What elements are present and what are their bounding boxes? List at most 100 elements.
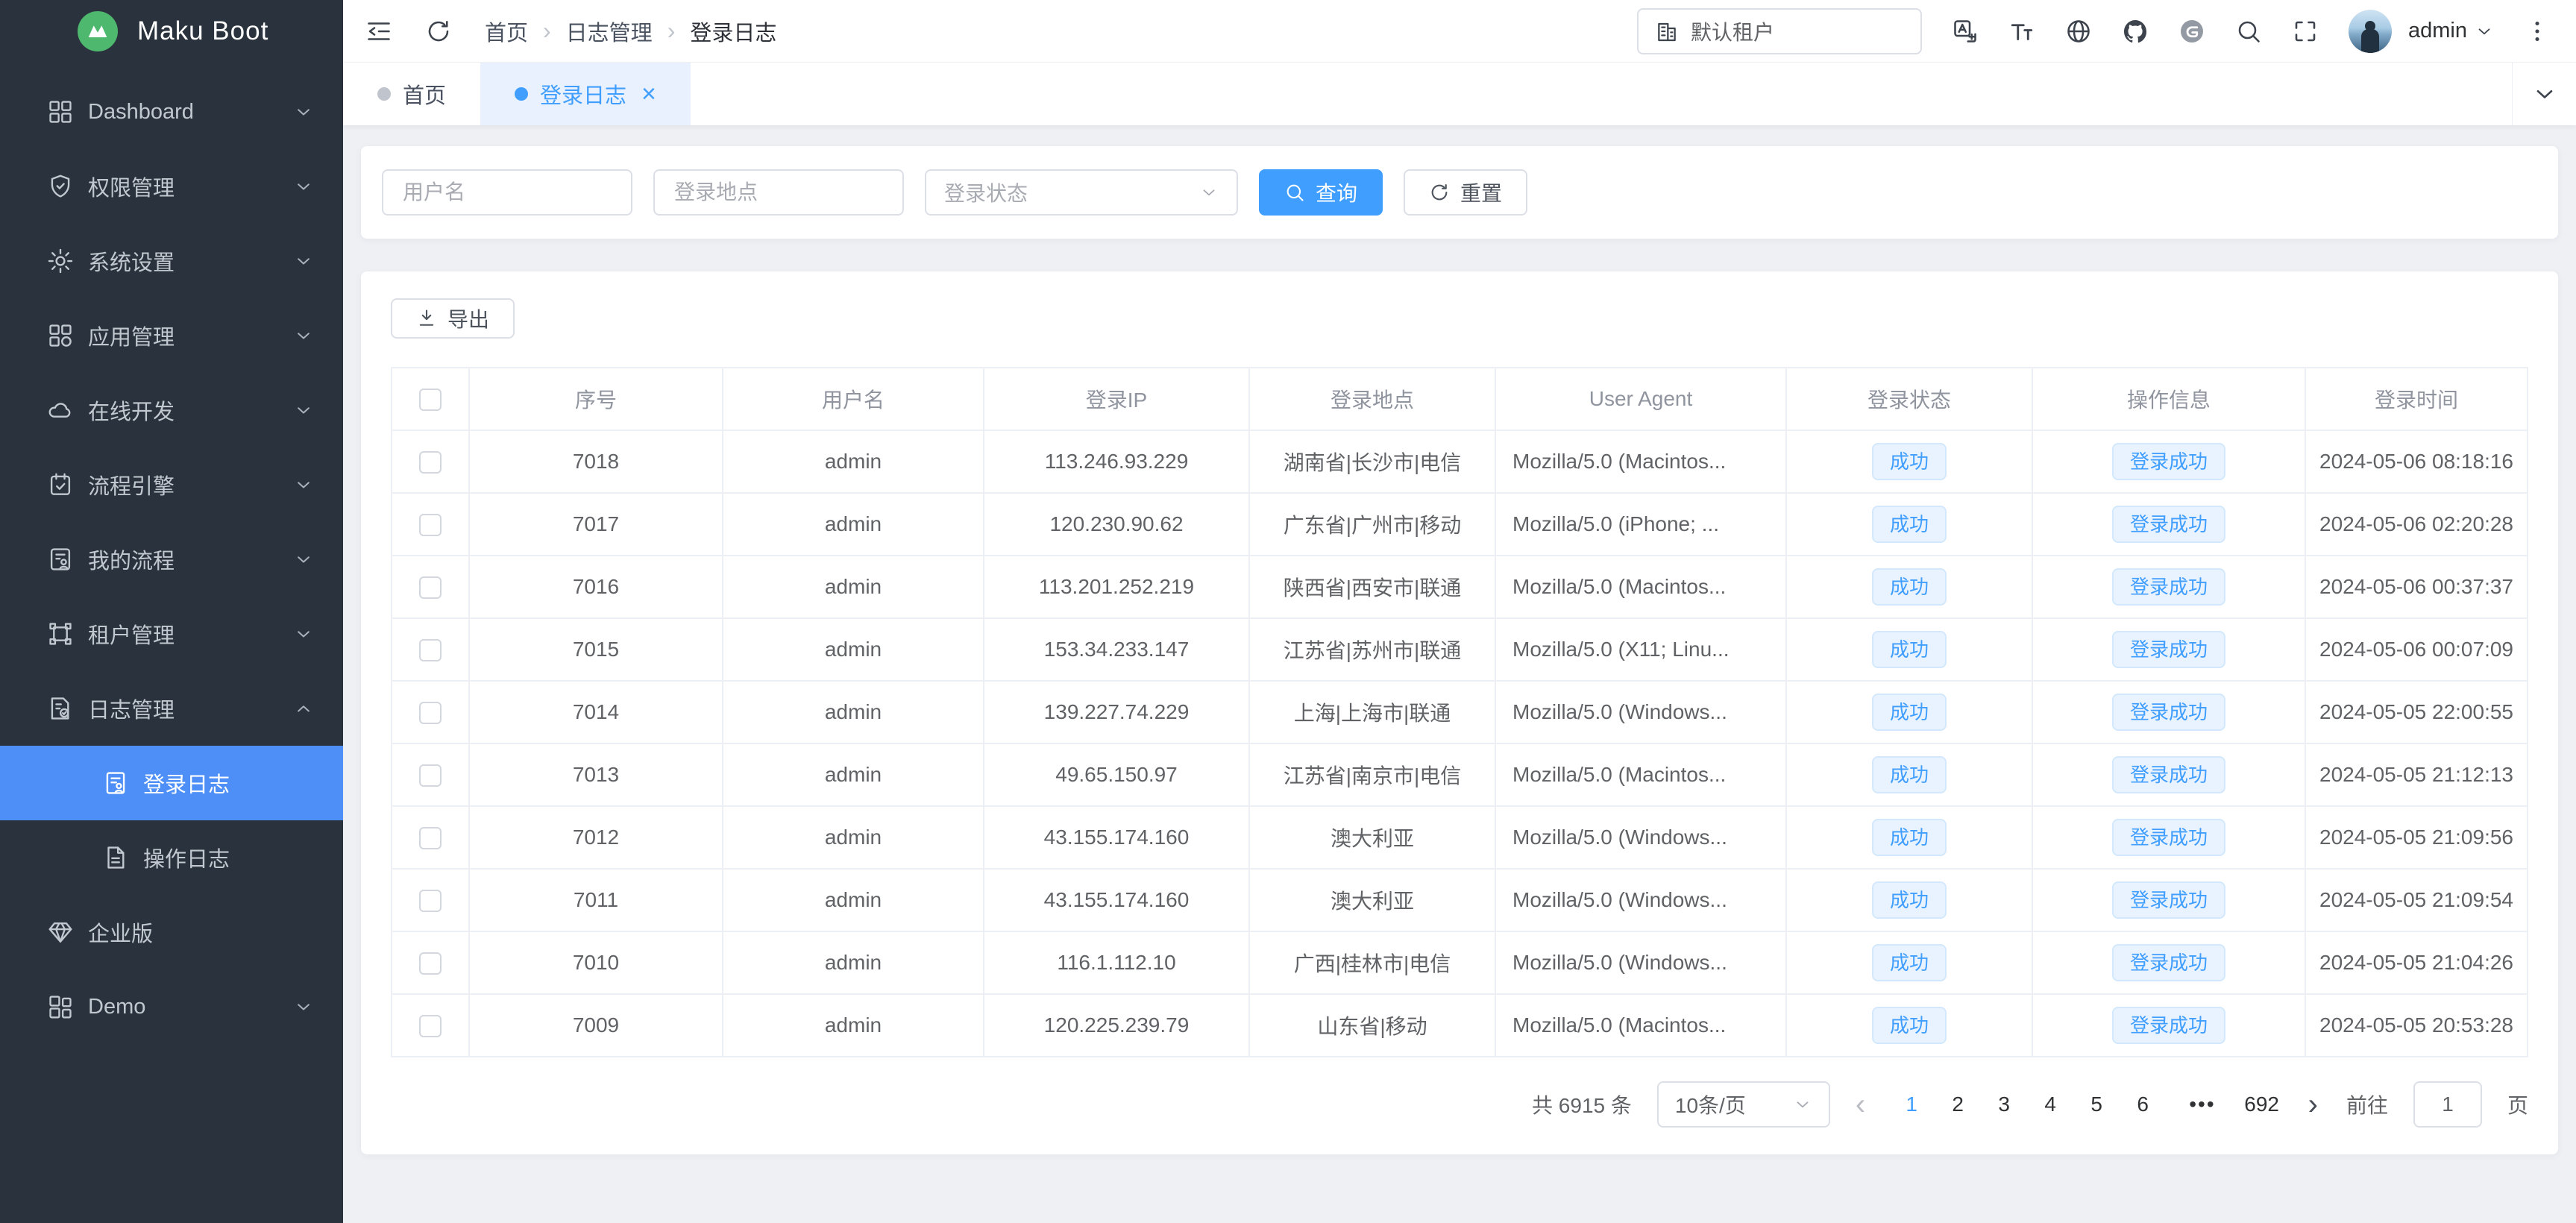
page-button-3[interactable]: 3 xyxy=(1983,1092,2025,1116)
checkbox[interactable] xyxy=(419,827,442,849)
sidebar-item-登录日志[interactable]: 登录日志 xyxy=(0,746,343,820)
sidebar-item-label: 租户管理 xyxy=(88,618,292,650)
tab-home[interactable]: 首页 xyxy=(343,63,480,125)
building-icon xyxy=(1655,19,1679,43)
select-all-header xyxy=(392,368,469,430)
goto-page-input[interactable] xyxy=(2413,1081,2482,1128)
reset-button[interactable]: 重置 xyxy=(1404,169,1527,216)
status-select[interactable]: 登录状态 xyxy=(925,169,1238,216)
cell-status: 成功 xyxy=(1786,806,2032,869)
page-button-6[interactable]: 6 xyxy=(2122,1092,2164,1116)
checkbox[interactable] xyxy=(419,890,442,912)
logo-icon xyxy=(78,11,118,51)
sidebar: Maku Boot Dashboard权限管理系统设置应用管理在线开发流程引擎我… xyxy=(0,0,343,1223)
checkbox[interactable] xyxy=(419,702,442,724)
search-button-label: 查询 xyxy=(1316,177,1357,207)
page-button-2[interactable]: 2 xyxy=(1937,1092,1979,1116)
font-size-icon[interactable] xyxy=(2008,18,2035,45)
sidebar-item-日志管理[interactable]: 日志管理 xyxy=(0,671,343,746)
cell-location: 陕西省|西安市|联通 xyxy=(1249,556,1495,618)
status-tag: 成功 xyxy=(1872,881,1947,919)
kebab-menu-icon[interactable] xyxy=(2524,18,2551,45)
username-input[interactable] xyxy=(382,169,632,216)
sidebar-item-系统设置[interactable]: 系统设置 xyxy=(0,224,343,298)
page-button-5[interactable]: 5 xyxy=(2076,1092,2117,1116)
more-pages-button[interactable]: ••• xyxy=(2189,1092,2215,1116)
header-left: 首页 › 日志管理 › 登录日志 xyxy=(365,16,776,47)
tabs: 首页 登录日志 × xyxy=(343,63,2512,125)
status-tag: 成功 xyxy=(1872,819,1947,856)
sidebar-item-权限管理[interactable]: 权限管理 xyxy=(0,149,343,224)
checkbox[interactable] xyxy=(419,576,442,599)
prev-page-button[interactable]: ‹ xyxy=(1856,1090,1865,1119)
cell-location: 澳大利亚 xyxy=(1249,869,1495,931)
tabs-dropdown-button[interactable] xyxy=(2512,63,2576,125)
checkbox[interactable] xyxy=(419,639,442,661)
sidebar-item-我的流程[interactable]: 我的流程 xyxy=(0,522,343,597)
checkbox[interactable] xyxy=(419,514,442,536)
sidebar-item-label: Dashboard xyxy=(88,100,292,125)
checkbox[interactable] xyxy=(419,952,442,975)
checkbox[interactable] xyxy=(419,764,442,787)
cell-user: admin xyxy=(723,869,984,931)
table-row: 7017admin120.230.90.62广东省|广州市|移动Mozilla/… xyxy=(392,493,2528,556)
avatar[interactable] xyxy=(2349,10,2392,53)
cell-location: 上海|上海市|联通 xyxy=(1249,681,1495,743)
shield-icon xyxy=(46,172,75,201)
github-icon[interactable] xyxy=(2122,18,2149,45)
sidebar-item-应用管理[interactable]: 应用管理 xyxy=(0,298,343,373)
menu-fold-icon[interactable] xyxy=(365,18,392,45)
sidebar-item-租户管理[interactable]: 租户管理 xyxy=(0,597,343,671)
message-tag: 登录成功 xyxy=(2112,819,2225,856)
content: 登录状态 查询 重置 导出 xyxy=(343,125,2576,1223)
sidebar-item-在线开发[interactable]: 在线开发 xyxy=(0,373,343,447)
cell-status: 成功 xyxy=(1786,556,2032,618)
status-tag: 成功 xyxy=(1872,443,1947,480)
tab-login-log[interactable]: 登录日志 × xyxy=(480,63,691,125)
globe-icon[interactable] xyxy=(2065,18,2092,45)
table-card: 导出 序号用户名登录IP登录地点User Agent登录状态操作信息登录时间 7… xyxy=(361,271,2558,1154)
gitee-icon[interactable] xyxy=(2178,18,2205,45)
last-page-button[interactable]: 692 xyxy=(2241,1092,2283,1116)
sidebar-item-企业版[interactable]: 企业版 xyxy=(0,895,343,969)
breadcrumb-current: 登录日志 xyxy=(690,16,776,47)
fullscreen-icon[interactable] xyxy=(2292,18,2319,45)
page-size-select[interactable]: 10条/页 xyxy=(1657,1081,1830,1128)
user-menu[interactable]: admin xyxy=(2408,19,2494,43)
tenant-select[interactable]: 默认租户 xyxy=(1637,8,1922,54)
column-header: User Agent xyxy=(1495,368,1786,430)
search-icon[interactable] xyxy=(2235,18,2262,45)
translate-icon[interactable] xyxy=(1952,18,1979,45)
cell-user: admin xyxy=(723,493,984,556)
export-button[interactable]: 导出 xyxy=(391,298,515,339)
breadcrumb-log-management[interactable]: 日志管理 xyxy=(566,16,653,47)
next-page-button[interactable]: › xyxy=(2308,1090,2318,1119)
cell-no: 7017 xyxy=(469,493,723,556)
breadcrumb-separator-icon: › xyxy=(667,17,676,45)
column-header: 登录地点 xyxy=(1249,368,1495,430)
checkbox[interactable] xyxy=(419,389,442,411)
cell-user-agent: Mozilla/5.0 (iPhone; ... xyxy=(1495,493,1786,556)
cell-time: 2024-05-05 21:12:13 xyxy=(2305,743,2528,806)
sidebar-item-Demo[interactable]: Demo xyxy=(0,969,343,1044)
checkbox[interactable] xyxy=(419,1015,442,1037)
search-button[interactable]: 查询 xyxy=(1259,169,1383,216)
cell-time: 2024-05-06 00:37:37 xyxy=(2305,556,2528,618)
breadcrumb-home[interactable]: 首页 xyxy=(485,16,528,47)
column-header: 登录状态 xyxy=(1786,368,2032,430)
page-button-1[interactable]: 1 xyxy=(1891,1092,1932,1116)
cell-no: 7011 xyxy=(469,869,723,931)
refresh-icon[interactable] xyxy=(425,18,452,45)
sidebar-item-Dashboard[interactable]: Dashboard xyxy=(0,75,343,149)
cell-status: 成功 xyxy=(1786,681,2032,743)
tab-close-icon[interactable]: × xyxy=(641,81,656,107)
sidebar-item-流程引擎[interactable]: 流程引擎 xyxy=(0,447,343,522)
cell-time: 2024-05-05 20:53:28 xyxy=(2305,994,2528,1057)
checkbox[interactable] xyxy=(419,451,442,474)
cell-user-agent: Mozilla/5.0 (Windows... xyxy=(1495,806,1786,869)
table-header-row: 序号用户名登录IP登录地点User Agent登录状态操作信息登录时间 xyxy=(392,368,2528,430)
sidebar-item-操作日志[interactable]: 操作日志 xyxy=(0,820,343,895)
location-input[interactable] xyxy=(653,169,904,216)
page-button-4[interactable]: 4 xyxy=(2029,1092,2071,1116)
cell-ip: 49.65.150.97 xyxy=(984,743,1249,806)
